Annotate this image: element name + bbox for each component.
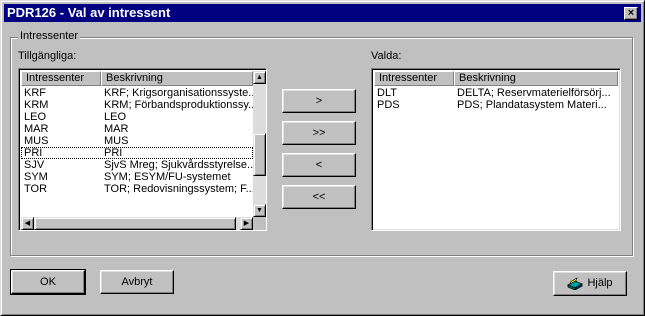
column-header-beskrivning[interactable]: Beskrivning: [101, 71, 253, 86]
arrow-left-icon: ◀: [24, 220, 31, 227]
item-code: KRM: [24, 99, 49, 111]
scroll-thumb[interactable]: [253, 133, 266, 176]
scroll-corner: [253, 217, 266, 230]
list-item[interactable]: DLT DELTA; Reservmaterielförsörj...: [374, 87, 618, 99]
item-code: LEO: [24, 111, 47, 123]
title-bar: PDR126 - Val av intressent ×: [4, 4, 641, 22]
item-code: DLT: [377, 87, 397, 99]
column-header-intressenter[interactable]: Intressenter: [21, 71, 101, 86]
help-book-icon: [567, 277, 584, 291]
item-description: MUS: [104, 135, 129, 147]
available-horizontal-scrollbar[interactable]: ◀ ▶: [21, 217, 253, 230]
window-title: PDR126 - Val av intressent: [7, 5, 171, 20]
arrow-right-icon: ▶: [243, 220, 250, 227]
item-description: LEO: [104, 111, 127, 123]
item-description: TOR; Redovisningssystem; F...: [104, 183, 253, 195]
help-button[interactable]: Hjälp: [553, 271, 627, 296]
scroll-right-button[interactable]: ▶: [240, 217, 253, 230]
arrow-down-icon: ▼: [256, 207, 263, 214]
item-description: PDS; Plandatasystem Materi...: [457, 99, 607, 111]
close-icon: ×: [627, 7, 635, 19]
list-item[interactable]: SYM SYM; ESYM/FU-systemet: [21, 171, 253, 183]
scroll-up-button[interactable]: ▲: [253, 71, 266, 84]
item-description: DELTA; Reservmaterielförsörj...: [457, 87, 611, 99]
column-header-intressenter[interactable]: Intressenter: [374, 71, 454, 86]
available-list[interactable]: Intressenter Beskrivning KRF KRF; Krigsor…: [18, 68, 267, 231]
item-description: SYM; ESYM/FU-systemet: [104, 171, 231, 183]
item-description: KRM; Förbandsproduktionssy...: [104, 99, 253, 111]
item-description: MAR: [104, 123, 129, 135]
cancel-button[interactable]: Avbryt: [100, 270, 174, 294]
list-item[interactable]: MAR MAR: [21, 123, 253, 135]
group-legend: Intressenter: [18, 30, 81, 42]
list-item[interactable]: SJV SjvS Mreg; Sjukvårdsstyrelse...: [21, 159, 253, 171]
remove-one-button[interactable]: <: [282, 153, 356, 177]
item-description: KRF; Krigsorganisationssyste...: [104, 87, 253, 99]
list-item[interactable]: MUS MUS: [21, 135, 253, 147]
item-code: TOR: [24, 183, 48, 195]
list-item[interactable]: PDS PDS; Plandatasystem Materi...: [374, 99, 618, 111]
hscroll-thumb[interactable]: [34, 217, 236, 230]
available-label: Tillgängliga:: [18, 50, 77, 62]
add-one-button[interactable]: >: [282, 89, 356, 113]
selected-rows: DLT DELTA; Reservmaterielförsörj... PDS PDS…: [374, 87, 618, 111]
scroll-down-button[interactable]: ▼: [253, 204, 266, 217]
arrow-up-icon: ▲: [256, 74, 263, 81]
item-code: MUS: [24, 135, 49, 147]
item-code: PDS: [377, 99, 400, 111]
item-code: KRF: [24, 87, 46, 99]
item-code: MAR: [24, 123, 49, 135]
ok-button[interactable]: OK: [10, 269, 86, 295]
add-all-button[interactable]: >>: [282, 121, 356, 145]
column-header-beskrivning[interactable]: Beskrivning: [454, 71, 618, 86]
item-description: SjvS Mreg; Sjukvårdsstyrelse...: [104, 159, 253, 171]
item-code: SYM: [24, 171, 48, 183]
selected-label: Valda:: [371, 50, 402, 62]
available-list-header: Intressenter Beskrivning: [21, 71, 253, 86]
list-item[interactable]: KRF KRF; Krigsorganisationssyste...: [21, 87, 253, 99]
close-button[interactable]: ×: [624, 7, 638, 20]
list-item[interactable]: TOR TOR; Redovisningssystem; F...: [21, 183, 253, 195]
selected-list-header: Intressenter Beskrivning: [374, 71, 618, 86]
available-rows: KRF KRF; Krigsorganisationssyste... KRM KRM…: [21, 87, 253, 195]
selected-list[interactable]: Intressenter Beskrivning DLT DELTA; Reser…: [371, 68, 621, 231]
list-item[interactable]: LEO LEO: [21, 111, 253, 123]
item-code: PRI: [24, 147, 43, 159]
remove-all-button[interactable]: <<: [282, 185, 356, 209]
list-item[interactable]: PRI PRI: [21, 147, 253, 159]
item-description: PRI: [104, 147, 123, 159]
help-label: Hjälp: [587, 277, 613, 289]
item-code: SJV: [24, 159, 45, 171]
available-vertical-scrollbar[interactable]: ▲ ▼: [253, 71, 266, 217]
scroll-left-button[interactable]: ◀: [21, 217, 34, 230]
list-item[interactable]: KRM KRM; Förbandsproduktionssy...: [21, 99, 253, 111]
